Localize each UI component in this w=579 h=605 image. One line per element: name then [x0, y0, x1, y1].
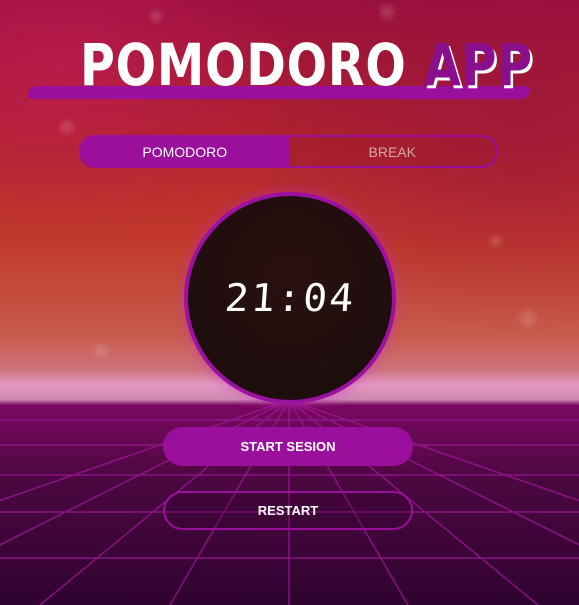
bokeh-light: [150, 10, 162, 22]
bokeh-light: [380, 5, 394, 19]
app-header: POMODORO APP: [25, 30, 533, 102]
title-main: POMODORO: [80, 31, 407, 99]
timer-circle: 21:04: [184, 192, 396, 404]
restart-button[interactable]: RESTART: [163, 491, 413, 530]
bokeh-light: [60, 120, 74, 134]
timer-display: 21:04: [223, 276, 357, 320]
bokeh-light: [95, 345, 107, 357]
app-title: POMODORO APP: [80, 34, 533, 96]
tab-pomodoro[interactable]: POMODORO: [81, 137, 289, 166]
start-session-button[interactable]: START SESION: [163, 427, 413, 466]
bokeh-light: [520, 310, 536, 326]
bokeh-light: [490, 235, 502, 247]
tab-break[interactable]: BREAK: [289, 137, 497, 166]
title-accent: APP: [423, 31, 533, 99]
mode-toggle: POMODORO BREAK: [79, 135, 498, 168]
